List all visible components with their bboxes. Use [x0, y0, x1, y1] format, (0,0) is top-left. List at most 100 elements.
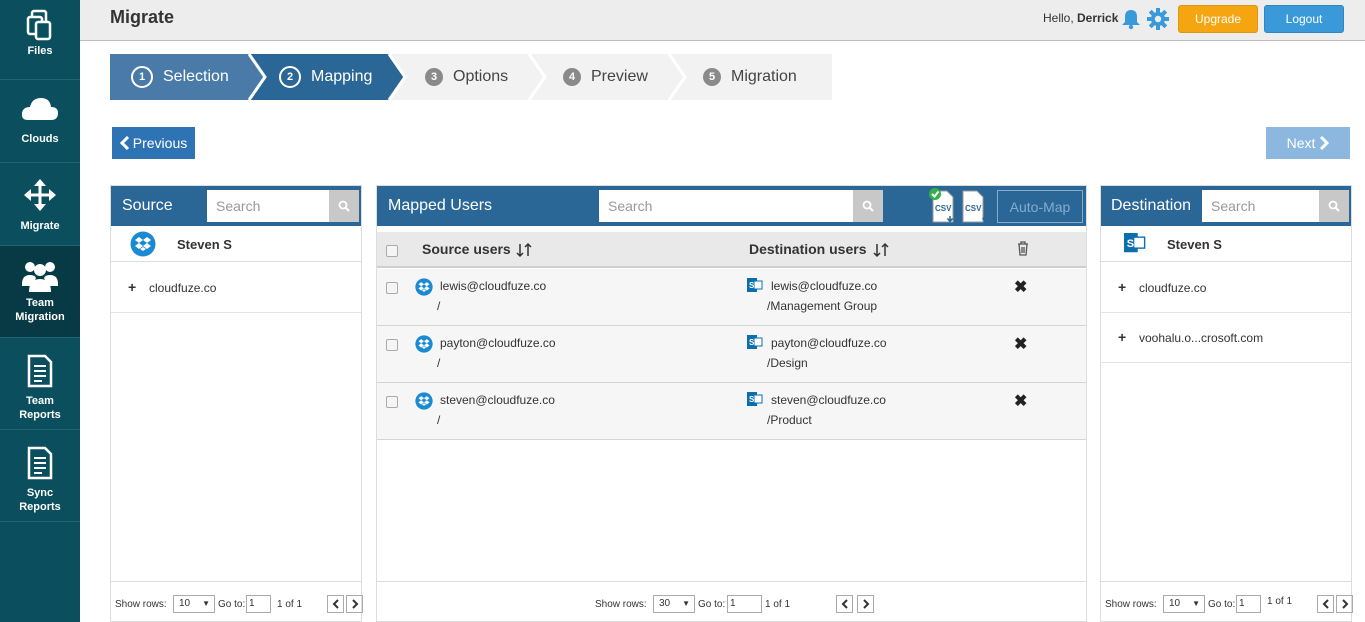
previous-button[interactable]: Previous: [112, 127, 195, 159]
show-rows-label: Show rows:: [1105, 599, 1157, 610]
go-to-page-input[interactable]: 1: [246, 595, 271, 613]
select-all-checkbox[interactable]: [386, 245, 398, 257]
destination-user-email: lewis@cloudfuze.co: [771, 279, 878, 293]
rows-per-page-select[interactable]: 10 ▼: [173, 595, 215, 613]
search-icon: [862, 200, 874, 212]
destination-user-path: /Management Group: [767, 299, 878, 313]
source-panel: Source Steven S + cloudfuze.co Show rows…: [110, 185, 363, 622]
source-search[interactable]: [207, 190, 330, 222]
expand-plus-icon[interactable]: +: [1118, 329, 1126, 345]
mapped-search-input[interactable]: [599, 191, 854, 221]
folder-name: cloudfuze.co: [149, 281, 217, 295]
mapped-search[interactable]: [599, 190, 854, 222]
step-label: Selection: [163, 68, 229, 85]
sidebar-item-label: Sync: [26, 487, 54, 499]
sharepoint-icon: S: [747, 278, 763, 292]
destination-folder-item[interactable]: + voohalu.o...crosoft.com: [1101, 313, 1351, 363]
dropbox-icon: [415, 335, 433, 353]
rows-per-page-select[interactable]: 30 ▼: [653, 595, 695, 613]
wizard-stepper: 1 Selection 2 Mapping 3 Options 4 Preview 5M…: [110, 54, 832, 100]
gear-icon[interactable]: [1146, 7, 1170, 31]
destination-user-path: /Product: [767, 413, 812, 427]
page-title: Migrate: [110, 7, 175, 27]
prev-page-button[interactable]: [327, 595, 344, 613]
next-page-button[interactable]: [346, 595, 363, 613]
source-search-button[interactable]: [329, 190, 359, 222]
next-page-button[interactable]: [1336, 595, 1353, 613]
source-user-email: payton@cloudfuze.co: [440, 336, 556, 350]
dropbox-icon: [415, 392, 433, 410]
next-button[interactable]: Next: [1266, 127, 1350, 159]
sidebar-item-sync-reports[interactable]: Sync Reports: [0, 430, 80, 522]
step-label: Options: [453, 68, 509, 85]
mapped-pagination: Show rows: 30 ▼ Go to: 1 1 of 1: [377, 581, 1086, 622]
greeting: Hello, Derrick: [1043, 11, 1118, 25]
sidebar-item-team-reports[interactable]: Team Reports: [0, 338, 80, 430]
upgrade-button[interactable]: Upgrade: [1178, 5, 1258, 33]
mapped-row: lewis@cloudfuze.co / S lewis@cloudfuze.c…: [377, 269, 1086, 326]
step-number: 3: [425, 68, 443, 86]
csv-download-button[interactable]: CSV: [928, 188, 958, 224]
step-mapping[interactable]: 2 Mapping: [279, 54, 372, 100]
sidebar-item-label: Team: [26, 395, 54, 407]
destination-user-email: payton@cloudfuze.co: [771, 336, 887, 350]
col-destination-users[interactable]: Destination users: [749, 241, 866, 257]
step-options[interactable]: 3 Options: [425, 54, 508, 100]
sort-icon[interactable]: [516, 242, 532, 258]
source-user-row[interactable]: Steven S: [111, 226, 361, 262]
destination-user-name: Steven S: [1167, 237, 1222, 252]
bell-icon[interactable]: [1120, 8, 1142, 30]
folder-name: cloudfuze.co: [1139, 281, 1207, 295]
destination-panel-header: Destination: [1101, 186, 1351, 226]
prev-page-button[interactable]: [836, 595, 853, 613]
step-migration[interactable]: 5 Migration: [703, 54, 797, 100]
sidebar-item-clouds[interactable]: Clouds: [0, 80, 80, 163]
col-source-users[interactable]: Source users: [422, 241, 511, 257]
prev-page-button[interactable]: [1317, 595, 1334, 613]
remove-mapping-icon[interactable]: ✖: [1014, 277, 1027, 297]
logout-button[interactable]: Logout: [1264, 5, 1344, 33]
folder-name: voohalu.o...crosoft.com: [1139, 331, 1264, 345]
trash-icon[interactable]: [1017, 241, 1029, 256]
row-checkbox[interactable]: [386, 282, 398, 294]
sidebar: Files Clouds Migrate Team Migration Team…: [0, 0, 80, 622]
mapped-table-header: Source users Destination users: [377, 232, 1086, 268]
destination-user-email: steven@cloudfuze.co: [771, 393, 886, 407]
go-to-page-input[interactable]: 1: [1236, 595, 1261, 613]
mapped-search-button[interactable]: [853, 190, 883, 222]
row-checkbox[interactable]: [386, 396, 398, 408]
chevron-left-icon: [332, 599, 339, 609]
step-preview[interactable]: 4 Preview: [563, 54, 648, 100]
sidebar-item-files[interactable]: Files: [0, 0, 80, 80]
chevron-right-icon: [1320, 136, 1330, 150]
rows-per-page-select[interactable]: 10 ▼: [1163, 595, 1205, 613]
sidebar-item-team-migration[interactable]: Team Migration: [0, 246, 80, 338]
go-to-page-input[interactable]: 1: [727, 595, 762, 613]
step-selection[interactable]: 1 Selection: [131, 54, 229, 100]
remove-mapping-icon[interactable]: ✖: [1014, 391, 1027, 411]
sidebar-item-migrate[interactable]: Migrate: [0, 163, 80, 246]
expand-plus-icon[interactable]: +: [1118, 279, 1126, 295]
destination-search-input[interactable]: [1202, 191, 1320, 221]
svg-text:S: S: [749, 281, 755, 290]
destination-search-button[interactable]: [1319, 190, 1349, 222]
previous-label: Previous: [132, 135, 188, 151]
source-folder-item[interactable]: + cloudfuze.co: [111, 263, 361, 313]
csv-label: CSV: [965, 204, 982, 213]
auto-map-button[interactable]: Auto-Map: [997, 190, 1083, 223]
expand-plus-icon[interactable]: +: [128, 279, 136, 295]
app-window: Files Clouds Migrate Team Migration Team…: [0, 0, 1365, 622]
destination-folder-item[interactable]: + cloudfuze.co: [1101, 263, 1351, 313]
step-number: 4: [563, 68, 581, 86]
source-search-input[interactable]: [207, 191, 330, 221]
sort-icon[interactable]: [873, 242, 889, 258]
csv-upload-button[interactable]: CSV: [960, 189, 990, 225]
destination-search[interactable]: [1202, 190, 1320, 222]
row-checkbox[interactable]: [386, 339, 398, 351]
header: Migrate Hello, Derrick Upgrade Logout: [80, 0, 1365, 41]
remove-mapping-icon[interactable]: ✖: [1014, 334, 1027, 354]
destination-user-row[interactable]: S Steven S: [1101, 226, 1351, 262]
rows-value: 10: [179, 598, 191, 609]
sharepoint-icon: S: [747, 392, 763, 406]
next-page-button[interactable]: [857, 595, 874, 613]
